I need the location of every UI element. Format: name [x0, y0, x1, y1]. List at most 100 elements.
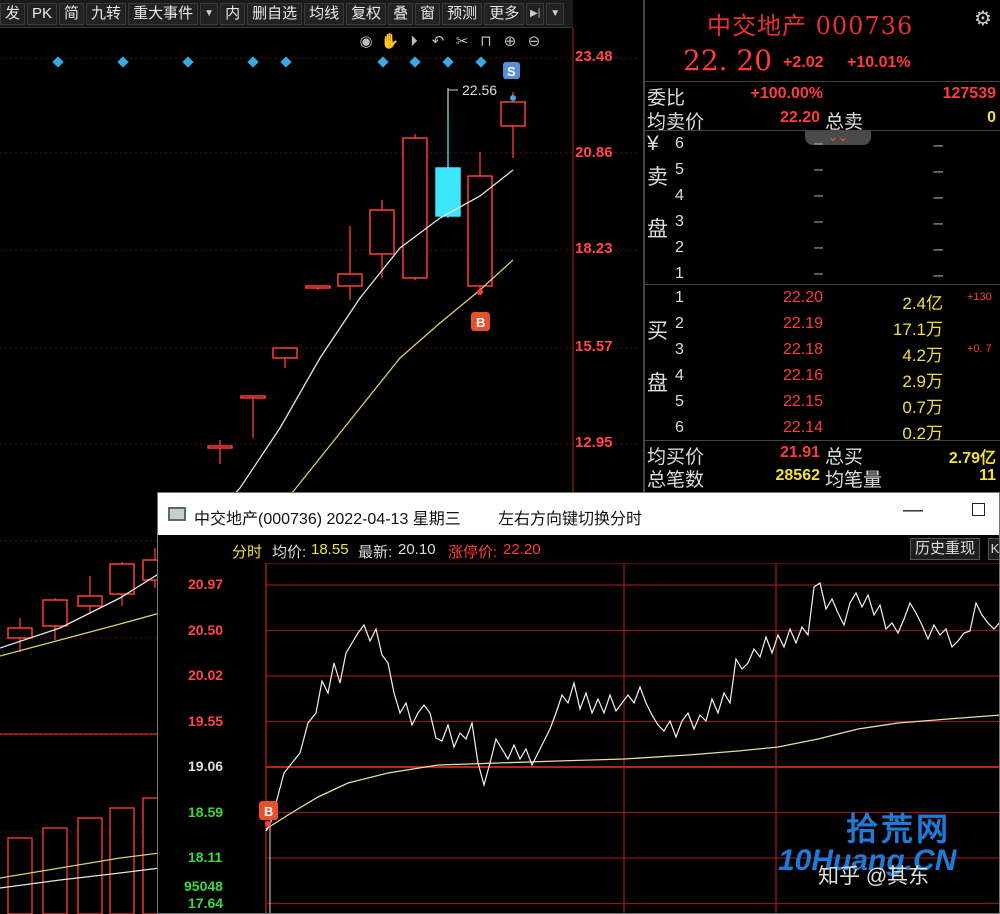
intraday-price-line	[265, 582, 999, 832]
history-replay-button[interactable]: 历史重现	[910, 538, 981, 560]
buy-level-row[interactable]: 1 22.20 2.4亿 +130	[645, 285, 1000, 313]
popup-titlebar[interactable]: 中交地产(000736) 2022-04-13 星期三 左右方向键切换分时 —	[158, 493, 999, 535]
level-price: –	[814, 265, 823, 282]
level-number: 6	[675, 419, 684, 436]
intraday-price-label: 19.55	[188, 712, 224, 729]
toolbar-pk-button[interactable]: PK	[27, 2, 58, 25]
intraday-chart[interactable]: B	[158, 563, 1000, 914]
weibi-row: 委比 +100.00% 127539	[645, 82, 1000, 109]
level-number: 4	[675, 187, 684, 204]
limit-price-label: 涨停价:	[448, 544, 498, 561]
toolbar-more-dropdown[interactable]: ▼	[546, 2, 565, 25]
trades-value: 28562	[775, 467, 821, 484]
buy-level-row[interactable]: 6 22.14 0.2万	[645, 415, 1000, 443]
buy-level-row[interactable]: 5 22.15 0.7万	[645, 389, 1000, 417]
level-price: 22.20	[782, 289, 823, 306]
intraday-price-label: 19.06	[188, 758, 224, 774]
candle-body	[207, 445, 233, 449]
volume-label: 95048	[184, 878, 223, 894]
toolbar-fa-button[interactable]: 发	[0, 2, 26, 25]
scissors-icon[interactable]: ✂	[452, 32, 472, 52]
intraday-grid	[265, 563, 999, 913]
toolbar-inner-button[interactable]: 内	[220, 2, 246, 25]
high-price-label: 22.56	[462, 82, 497, 98]
candle-body	[240, 395, 266, 399]
sell-level-row[interactable]: 6 – –	[645, 131, 1000, 157]
price-level-label: 20.86	[575, 144, 613, 161]
toolbar-ma-button[interactable]: 均线	[304, 2, 345, 25]
window-icon	[168, 507, 186, 521]
k-button[interactable]: K	[988, 538, 999, 560]
buy-level-row[interactable]: 2 22.19 17.1万	[645, 311, 1000, 339]
sell-level-row[interactable]: 4 – –	[645, 183, 1000, 209]
toolbar-window-button[interactable]: 窗	[415, 2, 441, 25]
buy-level-row[interactable]: 3 22.18 4.2万 +0. 7	[645, 337, 1000, 365]
trades-label: 总笔数	[647, 470, 705, 491]
toolbar-forecast-button[interactable]: 预测	[442, 2, 483, 25]
level-volume: –	[933, 187, 943, 206]
candle-body	[7, 627, 33, 639]
popup-infobar: 分时 均价: 18.55 最新: 20.10 涨停价: 22.20 历史重现 K	[158, 535, 999, 563]
avg-sell-row: 均卖价 22.20 总卖 0	[645, 106, 1000, 133]
candle-body	[337, 273, 363, 287]
level-change: +130	[967, 291, 992, 303]
last-price-label: 最新:	[358, 544, 393, 561]
toolbar-simple-button[interactable]: 简	[59, 2, 85, 25]
candle-body	[42, 599, 68, 627]
sell-level-row[interactable]: 2 – –	[645, 235, 1000, 261]
popup-title: 中交地产(000736) 2022-04-13 星期三	[194, 511, 461, 528]
stock-title: 中交地产 000736	[707, 12, 914, 40]
svg-text:S: S	[507, 64, 516, 79]
toolbar-overlay-button[interactable]: 叠	[388, 2, 414, 25]
toolbar-remove-watchlist-button[interactable]: 删自选	[247, 2, 303, 25]
minimize-icon[interactable]: —	[903, 499, 923, 522]
toolbar-nine-turn-button[interactable]: 九转	[86, 2, 127, 25]
sell-level-row[interactable]: 3 – –	[645, 209, 1000, 235]
gear-icon[interactable]: ⚙	[972, 8, 994, 30]
lock-icon[interactable]: ⊓	[476, 32, 496, 52]
avg-vol-label: 均笔量	[825, 470, 883, 491]
avg-vol-value: 11	[979, 467, 996, 484]
sell-book: ⌄⌄ ¥ 卖 盘 6– –5– –4– –3– –2– –1– –	[645, 130, 1000, 284]
hand-icon[interactable]: ✋	[380, 32, 400, 52]
level-number: 1	[675, 265, 684, 282]
toolbar-more-button[interactable]: 更多	[484, 2, 525, 25]
toolbar-next-icon[interactable]: ▶|	[526, 2, 545, 25]
buy-book: 买 盘 1 22.20 2.4亿 +130 2 22.19 17.1万 3 22.18 4.2万 +…	[645, 284, 1000, 443]
level-price: –	[814, 239, 823, 256]
buy-level-row[interactable]: 4 22.16 2.9万	[645, 363, 1000, 391]
zoom-in-icon[interactable]: ⊕	[500, 32, 520, 52]
intraday-popup-window[interactable]: 中交地产(000736) 2022-04-13 星期三 左右方向键切换分时 — …	[157, 492, 1000, 914]
avg-price-label: 均价:	[272, 544, 307, 561]
undo-icon[interactable]: ↶	[428, 32, 448, 52]
svg-text:B: B	[476, 315, 485, 330]
level-number: 4	[675, 367, 684, 384]
play-icon[interactable]: ⏵	[404, 32, 424, 52]
level-price: –	[814, 213, 823, 230]
level-number: 1	[675, 289, 684, 306]
popup-hint: 左右方向键切换分时	[498, 511, 643, 528]
maximize-icon[interactable]	[972, 503, 985, 516]
last-price-value: 20.10	[398, 541, 436, 558]
volume-bar	[42, 827, 68, 914]
avg-price-value: 18.55	[311, 541, 349, 558]
toolbar-adjust-button[interactable]: 复权	[346, 2, 387, 25]
price-level-label: 12.95	[575, 434, 613, 451]
candle-body	[272, 347, 298, 359]
zoom-out-icon[interactable]: ⊖	[524, 32, 544, 52]
volume-bar	[109, 807, 135, 914]
toolbar-major-events-button[interactable]: 重大事件	[128, 2, 199, 25]
eye-icon[interactable]: ◉	[356, 32, 376, 52]
volume-bar	[77, 817, 103, 914]
total-sell-value: 0	[987, 109, 996, 126]
sell-level-row[interactable]: 5 – –	[645, 157, 1000, 183]
weicha-value: 127539	[942, 85, 996, 102]
level-price: 22.16	[782, 367, 823, 384]
level-volume: –	[933, 265, 943, 284]
trades-row: 总笔数 28562 均笔量 11	[645, 464, 1000, 491]
level-number: 2	[675, 315, 684, 332]
last-price: 22. 20	[683, 44, 773, 77]
toolbar-events-dropdown[interactable]: ▼	[200, 2, 219, 25]
sell-marker[interactable]: S	[503, 62, 520, 79]
intraday-price-label: 20.97	[188, 576, 224, 592]
